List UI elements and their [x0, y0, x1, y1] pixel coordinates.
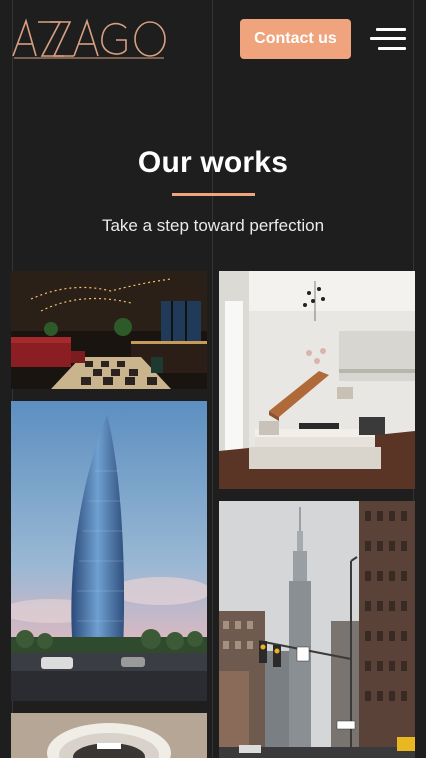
- azago-logo[interactable]: [12, 18, 168, 60]
- work-image-living-room-interior[interactable]: [219, 271, 415, 489]
- work-image-city-street[interactable]: [219, 501, 415, 758]
- work-image-round-interior[interactable]: [11, 713, 207, 758]
- work-image-restaurant-interior[interactable]: [11, 271, 207, 389]
- section-title: Our works: [137, 146, 289, 179]
- hamburger-menu-icon[interactable]: [370, 26, 406, 52]
- site-header: Contact us: [0, 0, 426, 80]
- section-subtitle: Take a step toward perfection: [101, 216, 325, 235]
- title-underline: [172, 193, 255, 196]
- contact-us-button[interactable]: Contact us: [240, 19, 351, 59]
- grid-guide: [212, 0, 213, 758]
- work-image-glass-skyscraper[interactable]: [11, 401, 207, 701]
